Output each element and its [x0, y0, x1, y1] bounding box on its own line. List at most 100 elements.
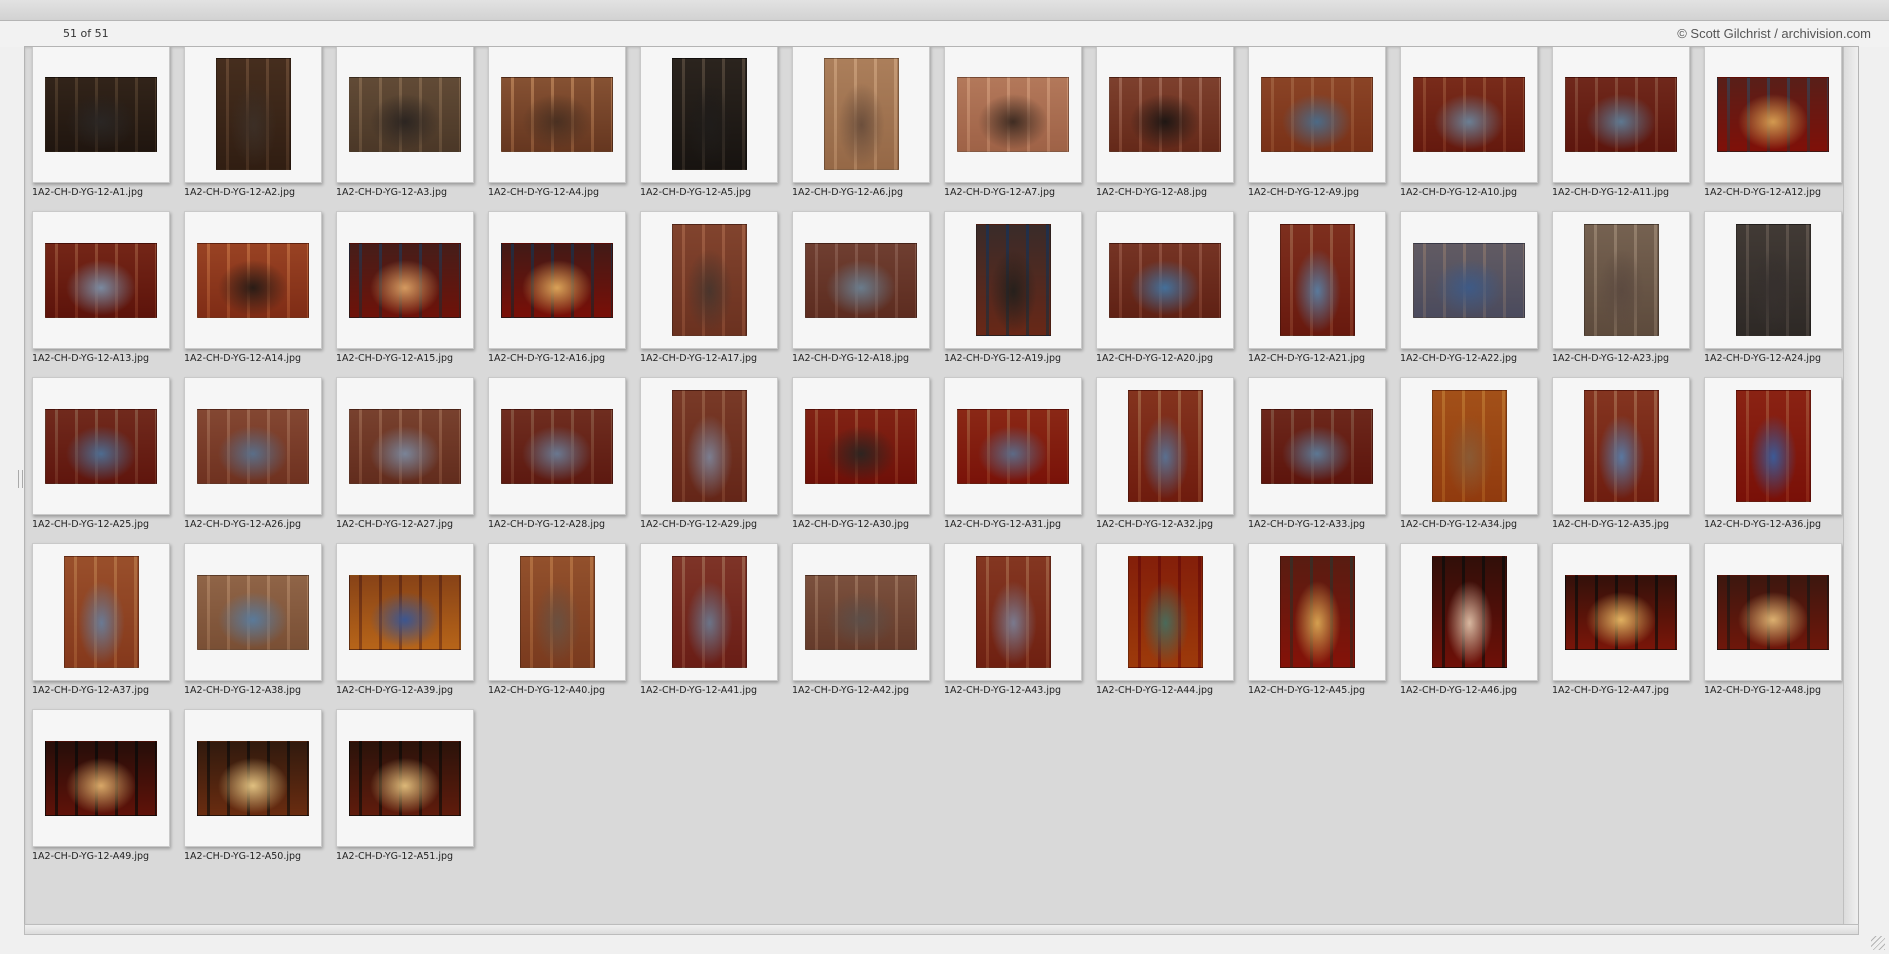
thumbnail-item[interactable]: 1A2-CH-D-YG-12-A14.jpg [184, 211, 336, 377]
thumbnail-image[interactable] [45, 409, 157, 484]
thumbnail-frame[interactable] [336, 543, 474, 681]
thumbnail-image[interactable] [805, 243, 917, 318]
thumbnail-item[interactable]: 1A2-CH-D-YG-12-A10.jpg [1400, 47, 1552, 211]
thumbnail-item[interactable]: 1A2-CH-D-YG-12-A39.jpg [336, 543, 488, 709]
vertical-scrollbar[interactable] [1843, 47, 1858, 924]
thumbnail-image[interactable] [216, 58, 291, 170]
thumbnail-item[interactable]: 1A2-CH-D-YG-12-A7.jpg [944, 47, 1096, 211]
thumbnail-frame[interactable] [1248, 47, 1386, 183]
thumbnail-frame[interactable] [1400, 47, 1538, 183]
thumbnail-image[interactable] [1261, 77, 1373, 152]
thumbnail-item[interactable]: 1A2-CH-D-YG-12-A43.jpg [944, 543, 1096, 709]
thumbnail-frame[interactable] [184, 709, 322, 847]
thumbnail-item[interactable]: 1A2-CH-D-YG-12-A8.jpg [1096, 47, 1248, 211]
thumbnail-image[interactable] [1128, 390, 1203, 502]
thumbnail-image[interactable] [45, 243, 157, 318]
thumbnail-image[interactable] [957, 409, 1069, 484]
thumbnail-frame[interactable] [792, 377, 930, 515]
resize-grip-icon[interactable] [1871, 936, 1885, 950]
thumbnail-image[interactable] [824, 58, 899, 170]
thumbnail-image[interactable] [805, 409, 917, 484]
thumbnail-frame[interactable] [792, 543, 930, 681]
thumbnail-image[interactable] [957, 77, 1069, 152]
thumbnail-item[interactable]: 1A2-CH-D-YG-12-A23.jpg [1552, 211, 1704, 377]
thumbnail-item[interactable]: 1A2-CH-D-YG-12-A30.jpg [792, 377, 944, 543]
thumbnail-frame[interactable] [336, 377, 474, 515]
thumbnail-item[interactable]: 1A2-CH-D-YG-12-A25.jpg [32, 377, 184, 543]
thumbnail-item[interactable]: 1A2-CH-D-YG-12-A2.jpg [184, 47, 336, 211]
thumbnail-image[interactable] [1736, 390, 1811, 502]
thumbnail-image[interactable] [349, 575, 461, 650]
thumbnail-image[interactable] [1565, 575, 1677, 650]
thumbnail-item[interactable]: 1A2-CH-D-YG-12-A50.jpg [184, 709, 336, 875]
thumbnail-frame[interactable] [184, 377, 322, 515]
thumbnail-frame[interactable] [1704, 543, 1842, 681]
thumbnail-item[interactable]: 1A2-CH-D-YG-12-A26.jpg [184, 377, 336, 543]
thumbnail-frame[interactable] [1096, 211, 1234, 349]
thumbnail-frame[interactable] [1400, 211, 1538, 349]
thumbnail-frame[interactable] [1248, 543, 1386, 681]
thumbnail-item[interactable]: 1A2-CH-D-YG-12-A49.jpg [32, 709, 184, 875]
thumbnail-image[interactable] [1717, 77, 1829, 152]
thumbnail-item[interactable]: 1A2-CH-D-YG-12-A16.jpg [488, 211, 640, 377]
thumbnail-image[interactable] [501, 77, 613, 152]
thumbnail-image[interactable] [197, 575, 309, 650]
thumbnail-image[interactable] [1128, 556, 1203, 668]
thumbnail-item[interactable]: 1A2-CH-D-YG-12-A21.jpg [1248, 211, 1400, 377]
thumbnail-frame[interactable] [1096, 543, 1234, 681]
thumbnail-frame[interactable] [488, 543, 626, 681]
thumbnail-item[interactable]: 1A2-CH-D-YG-12-A15.jpg [336, 211, 488, 377]
thumbnail-image[interactable] [1280, 556, 1355, 668]
thumbnail-image[interactable] [976, 224, 1051, 336]
thumbnail-frame[interactable] [640, 47, 778, 183]
thumbnail-image[interactable] [1584, 390, 1659, 502]
thumbnail-frame[interactable] [1248, 377, 1386, 515]
thumbnail-image[interactable] [501, 243, 613, 318]
thumbnail-frame[interactable] [32, 211, 170, 349]
thumbnail-item[interactable]: 1A2-CH-D-YG-12-A31.jpg [944, 377, 1096, 543]
thumbnail-image[interactable] [45, 77, 157, 152]
thumbnail-item[interactable]: 1A2-CH-D-YG-12-A29.jpg [640, 377, 792, 543]
thumbnail-frame[interactable] [1096, 377, 1234, 515]
thumbnail-frame[interactable] [32, 543, 170, 681]
thumbnail-item[interactable]: 1A2-CH-D-YG-12-A22.jpg [1400, 211, 1552, 377]
thumbnail-image[interactable] [1736, 224, 1811, 336]
thumbnail-item[interactable]: 1A2-CH-D-YG-12-A34.jpg [1400, 377, 1552, 543]
thumbnail-frame[interactable] [184, 543, 322, 681]
thumbnail-image[interactable] [1717, 575, 1829, 650]
thumbnail-frame[interactable] [1704, 377, 1842, 515]
thumbnail-frame[interactable] [792, 211, 930, 349]
thumbnail-item[interactable]: 1A2-CH-D-YG-12-A1.jpg [32, 47, 184, 211]
splitter-handle[interactable] [18, 470, 23, 488]
thumbnail-frame[interactable] [1552, 211, 1690, 349]
thumbnail-item[interactable]: 1A2-CH-D-YG-12-A47.jpg [1552, 543, 1704, 709]
thumbnail-item[interactable]: 1A2-CH-D-YG-12-A11.jpg [1552, 47, 1704, 211]
thumbnail-frame[interactable] [336, 47, 474, 183]
thumbnail-image[interactable] [976, 556, 1051, 668]
thumbnail-frame[interactable] [1552, 543, 1690, 681]
thumbnail-image[interactable] [349, 77, 461, 152]
thumbnail-item[interactable]: 1A2-CH-D-YG-12-A45.jpg [1248, 543, 1400, 709]
thumbnail-item[interactable]: 1A2-CH-D-YG-12-A12.jpg [1704, 47, 1856, 211]
thumbnail-frame[interactable] [640, 543, 778, 681]
thumbnail-item[interactable]: 1A2-CH-D-YG-12-A5.jpg [640, 47, 792, 211]
thumbnail-image[interactable] [1413, 77, 1525, 152]
thumbnail-item[interactable]: 1A2-CH-D-YG-12-A51.jpg [336, 709, 488, 875]
thumbnail-frame[interactable] [1400, 543, 1538, 681]
thumbnail-item[interactable]: 1A2-CH-D-YG-12-A40.jpg [488, 543, 640, 709]
thumbnail-item[interactable]: 1A2-CH-D-YG-12-A44.jpg [1096, 543, 1248, 709]
thumbnail-image[interactable] [349, 741, 461, 816]
thumbnail-image[interactable] [1432, 390, 1507, 502]
thumbnail-item[interactable]: 1A2-CH-D-YG-12-A41.jpg [640, 543, 792, 709]
thumbnail-image[interactable] [672, 390, 747, 502]
thumbnail-image[interactable] [672, 58, 747, 170]
thumbnail-image[interactable] [805, 575, 917, 650]
thumbnail-frame[interactable] [640, 377, 778, 515]
thumbnail-item[interactable]: 1A2-CH-D-YG-12-A13.jpg [32, 211, 184, 377]
thumbnail-image[interactable] [349, 243, 461, 318]
thumbnail-item[interactable]: 1A2-CH-D-YG-12-A35.jpg [1552, 377, 1704, 543]
thumbnail-image[interactable] [1109, 77, 1221, 152]
thumbnail-item[interactable]: 1A2-CH-D-YG-12-A24.jpg [1704, 211, 1856, 377]
thumbnail-frame[interactable] [944, 211, 1082, 349]
thumbnail-frame[interactable] [32, 377, 170, 515]
